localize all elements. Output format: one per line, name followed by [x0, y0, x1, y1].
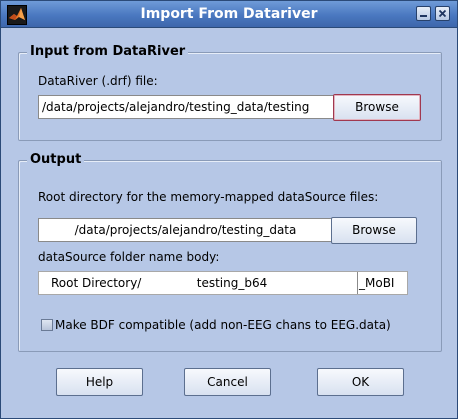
folder-name-label: dataSource folder name body:: [38, 250, 220, 264]
close-button[interactable]: [435, 6, 450, 21]
drf-file-label: DataRiver (.drf) file:: [38, 74, 158, 88]
title-bar[interactable]: Import From Datariver: [1, 1, 457, 28]
input-group-title: Input from DataRiver: [27, 44, 189, 60]
close-icon: [438, 9, 447, 18]
cancel-button[interactable]: Cancel: [184, 368, 271, 396]
bdf-compatible-checkbox[interactable]: [41, 319, 53, 331]
help-button[interactable]: Help: [56, 368, 143, 396]
folder-name-row: Root Directory/ testing_b64 _MoBI: [38, 271, 408, 295]
ok-button[interactable]: OK: [317, 368, 404, 396]
minimize-icon: [420, 15, 427, 17]
drf-browse-button[interactable]: Browse: [333, 94, 421, 121]
root-directory-label: Root directory for the memory-mapped dat…: [38, 190, 379, 204]
input-group: Input from DataRiver DataRiver (.drf) fi…: [18, 44, 442, 141]
bdf-compatible-label: Make BDF compatible (add non-EEG chans t…: [55, 318, 391, 332]
folder-suffix-label: _MoBI: [359, 276, 395, 290]
folder-name-input[interactable]: testing_b64: [107, 272, 358, 294]
window-title: Import From Datariver: [140, 6, 318, 22]
import-dialog-window: Import From Datariver Input from DataRiv…: [0, 0, 458, 419]
root-directory-browse-button[interactable]: Browse: [331, 217, 417, 244]
output-group-title: Output: [27, 152, 85, 168]
drf-file-input[interactable]: /data/projects/alejandro/testing_data/te…: [38, 95, 335, 119]
minimize-button[interactable]: [416, 6, 431, 21]
root-directory-input[interactable]: /data/projects/alejandro/testing_data: [38, 218, 333, 242]
